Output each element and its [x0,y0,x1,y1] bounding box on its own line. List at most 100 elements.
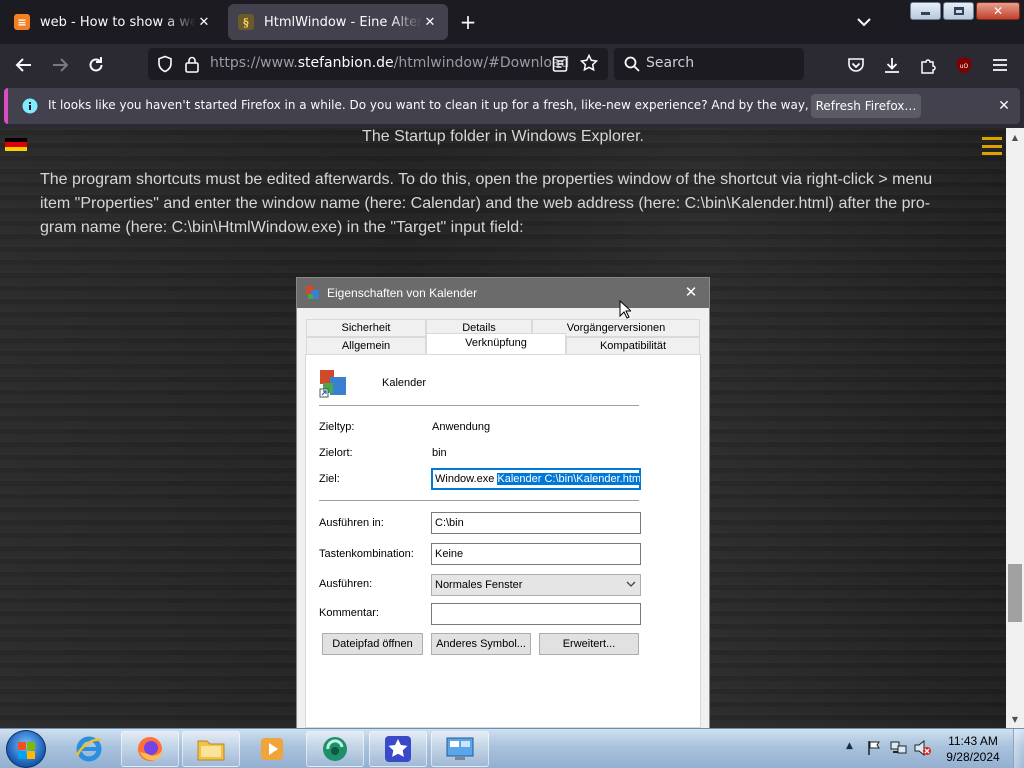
extensions-button[interactable] [916,53,940,77]
paragraph-line: The program shortcuts must be edited aft… [40,171,933,188]
ziel-field: Window.exe Kalender C:\bin\Kalender.html [431,468,641,490]
maximize-button[interactable] [943,2,974,20]
stackoverflow-favicon-icon: ≡ [14,14,30,30]
divider [319,500,639,501]
url-path: /htmlwindow/#Download [393,55,570,71]
show-desktop-button[interactable] [1013,729,1024,768]
new-tab-button[interactable]: + [456,10,480,34]
reader-view-icon[interactable] [552,55,568,73]
properties-dialog-screenshot: Eigenschaften von Kalender ✕ Sicherheit … [296,277,710,737]
site-favicon-icon: § [238,14,254,30]
url-text[interactable]: https://www.stefanbion.de/htmlwindow/#Do… [210,55,569,71]
ziel-plain-text: Window.exe [435,473,498,485]
erweitert-button: Erweitert... [539,633,639,655]
taskbar-firefox[interactable] [121,731,179,767]
tab-allgemein: Allgemein [306,337,426,355]
notification-close-icon[interactable]: ✕ [994,96,1014,116]
ublock-origin-button[interactable]: uO [952,53,976,77]
app-menu-button[interactable] [988,53,1012,77]
tab-title: web - How to show a website a [40,14,196,30]
network-icon[interactable] [890,740,908,756]
forward-arrow-icon [53,58,69,72]
tab-htmlwindow[interactable]: § HtmlWindow - Eine Alternative ✕ [228,4,448,40]
ausfuehren-in-label: Ausführen in: [319,517,384,529]
system-clock[interactable]: 11:43 AM 9/28/2024 [934,733,1012,765]
page-scrollbar[interactable]: ▲ ▼ [1006,128,1024,728]
navigation-toolbar: https://www.stefanbion.de/htmlwindow/#Do… [0,44,1024,86]
taskbar-star-app[interactable] [369,731,427,767]
start-button[interactable] [6,730,46,768]
dialog-close-icon: ✕ [684,284,698,301]
chevron-down-icon [626,581,636,587]
shortcut-app-icon [319,370,346,398]
minimize-icon [921,12,930,15]
action-center-flag-icon[interactable] [866,740,882,756]
mouse-cursor-icon [619,300,631,319]
close-window-button[interactable]: ✕ [976,2,1020,20]
minimize-button[interactable] [910,2,941,20]
bookmark-star-icon[interactable] [580,54,598,72]
tracking-protection-shield-icon[interactable] [156,55,174,73]
address-bar[interactable]: https://www.stefanbion.de/htmlwindow/#Do… [148,48,608,80]
kommentar-field [431,603,641,625]
pocket-icon [848,58,864,72]
shortcut-tab-panel: Kalender Zieltyp: Anwendung Zielort: bin… [305,354,701,728]
image-caption: The Startup folder in Windows Explorer. [362,128,644,145]
taskbar-file-explorer[interactable] [182,731,240,767]
shortcut-name: Kalender [382,377,427,389]
ausfuehren-select: Normales Fenster [431,574,641,596]
list-all-tabs-button[interactable] [852,10,876,34]
windows-logo-part [27,742,35,750]
ausfuehren-label: Ausführen: [319,578,373,590]
chevron-down-icon [857,18,871,27]
dialog-title: Eigenschaften von Kalender [327,286,478,300]
refresh-firefox-button[interactable]: Refresh Firefox… [811,94,921,118]
shortcut-app-icon [306,286,319,299]
search-bar[interactable]: Search [614,48,804,80]
taskbar-internet-explorer[interactable] [60,731,118,767]
taskbar-browser-app[interactable] [306,731,364,767]
internet-explorer-icon [75,736,102,762]
windows-logo-icon [18,742,26,750]
instruction-paragraph: The program shortcuts must be edited aft… [40,168,950,240]
site-menu-icon[interactable] [982,137,1002,155]
taskbar-control-panel[interactable] [431,731,489,767]
clock-time: 11:43 AM [948,734,998,748]
search-placeholder: Search [646,55,695,71]
back-button[interactable] [12,53,36,77]
clock-date: 9/28/2024 [946,750,1000,764]
hamburger-menu-icon [993,59,1007,71]
search-icon [624,56,640,72]
paragraph-line: item "Properties" and enter the window n… [40,195,931,212]
tab-verknuepfung: Verknüpfung [426,333,566,355]
downloads-button[interactable] [880,53,904,77]
pocket-button[interactable] [844,53,868,77]
zieltyp-label: Zieltyp: [319,421,355,433]
divider [319,405,639,406]
url-scheme: https://www. [210,55,298,71]
browser-app-icon [323,737,347,761]
tastenkombination-label: Tastenkombination: [319,548,414,560]
window-controls: ✕ [910,2,1020,20]
dialog-titlebar: Eigenschaften von Kalender ✕ [297,278,709,308]
lock-icon[interactable] [184,55,200,73]
scroll-down-icon[interactable]: ▼ [1006,710,1024,728]
tab-sicherheit: Sicherheit [306,319,426,337]
show-hidden-icons-button[interactable]: ▲ [846,741,853,751]
forward-button[interactable] [48,53,72,77]
scroll-up-icon[interactable]: ▲ [1006,128,1024,146]
tab-close-icon[interactable]: ✕ [196,15,212,30]
reload-button[interactable] [84,53,108,77]
paragraph-line: gram name (here: C:\bin\HtmlWindow.exe) … [40,219,524,236]
windows-logo-part [27,751,35,759]
control-panel-icon [446,737,474,760]
taskbar-media-player[interactable] [243,731,301,767]
maximize-icon [953,7,964,15]
tab-title: HtmlWindow - Eine Alternative [264,14,422,30]
ausfuehren-value: Normales Fenster [435,579,523,591]
scrollbar-thumb[interactable] [1008,564,1022,622]
tab-stackoverflow[interactable]: ≡ web - How to show a website a ✕ [4,4,222,40]
tab-close-icon[interactable]: ✕ [422,15,438,30]
tastenkombination-field: Keine [431,543,641,565]
volume-muted-icon[interactable] [914,740,932,756]
